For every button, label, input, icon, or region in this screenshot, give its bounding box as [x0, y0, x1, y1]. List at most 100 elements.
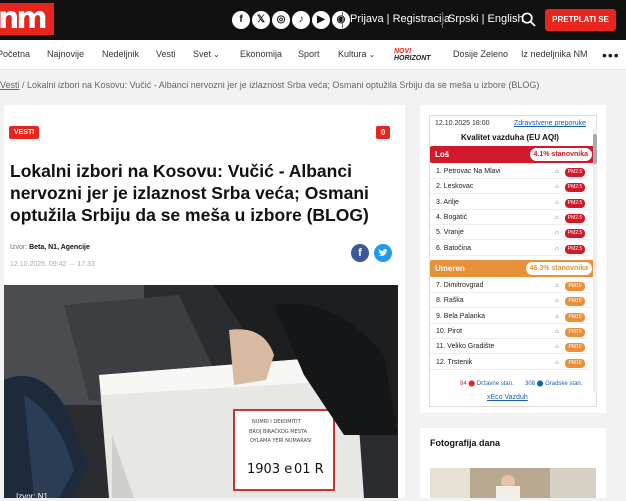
- tiktok-icon[interactable]: ♪: [292, 11, 310, 29]
- chevron-down-icon: ⌄: [213, 50, 220, 59]
- xeco-vazduh-link[interactable]: xEco Vazduh: [487, 394, 528, 401]
- station-icon: ⌂: [555, 245, 559, 252]
- more-menu-icon[interactable]: •••: [602, 47, 620, 63]
- comments-count[interactable]: 0: [376, 126, 390, 139]
- pollutant-badge: PM10: [565, 327, 585, 337]
- aq-row-divider: [430, 223, 590, 225]
- breadcrumb-vesti[interactable]: Vesti: [0, 80, 20, 90]
- station-icon: ⌂: [555, 230, 559, 237]
- aq-row-divider: [430, 353, 590, 355]
- pollutant-badge: PM10: [565, 343, 585, 353]
- top-bar: nm f 𝕏 ◎ ♪ ▶ ◉ Prijava | Registracija Srpski …: [0, 0, 626, 40]
- aq-scrollbar[interactable]: [593, 130, 597, 392]
- station-icon: ⌂: [555, 313, 559, 320]
- photo-of-the-day: Fotografija dana: [420, 428, 606, 498]
- air-quality-panel: 12.10.2025 18:00 Zdravstvene preporuke K…: [429, 115, 597, 407]
- facebook-share-icon[interactable]: f: [351, 244, 369, 262]
- social-links: f 𝕏 ◎ ♪ ▶ ◉: [232, 11, 350, 29]
- svg-text:BROJ BIRAČKOG MESTA: BROJ BIRAČKOG MESTA: [249, 428, 308, 435]
- breadcrumb: Vesti / Lokalni izbori na Kosovu: Vučić …: [0, 80, 539, 90]
- pollutant-badge: PM10: [565, 297, 585, 307]
- svg-text:NUMRI I DEKOMITIT: NUMRI I DEKOMITIT: [252, 419, 302, 425]
- station-icon: ⌂: [555, 214, 559, 221]
- article-source: Izvor: Beta, N1, Agencije: [10, 244, 90, 251]
- search-icon[interactable]: [521, 12, 536, 27]
- aq-row-divider: [430, 193, 590, 195]
- photo-of-the-day-image[interactable]: [430, 468, 596, 498]
- station-icon: ⌂: [555, 184, 559, 191]
- aq-band-moderate: Umeren 46.3% stanovnika: [430, 260, 595, 277]
- aq-city-row[interactable]: 5. Vranje: [436, 229, 464, 236]
- nav-item-najnovije[interactable]: Najnovije: [47, 49, 84, 59]
- photo-of-the-day-title: Fotografija dana: [430, 438, 501, 448]
- pollutant-badge: PM2.5: [565, 183, 585, 193]
- pollutant-badge: PM10: [565, 358, 585, 368]
- city-stations-count: 308 ⬤ Gradske stan.: [525, 381, 583, 387]
- facebook-icon[interactable]: f: [232, 11, 250, 29]
- aq-timestamp: 12.10.2025 18:00: [435, 120, 490, 127]
- aq-city-row[interactable]: 6. Batočina: [436, 245, 471, 252]
- podcast-icon[interactable]: ◉: [332, 11, 350, 29]
- aq-scroll-thumb[interactable]: [593, 134, 597, 164]
- divider: [442, 12, 443, 28]
- aq-city-row[interactable]: 3. Arilje: [436, 199, 459, 206]
- nav-item-iz-nedeljnika[interactable]: Iz nedeljnika NM: [521, 49, 588, 59]
- aq-row-divider: [430, 368, 590, 370]
- aq-city-row[interactable]: 11. Veliko Gradište: [436, 343, 494, 350]
- station-icon: ⌂: [555, 283, 559, 289]
- twitter-share-icon[interactable]: [374, 244, 392, 262]
- state-stations-count: 84 ⬤ Državne stan.: [460, 381, 514, 387]
- main-nav: Početna Najnovije Nedeljnik Vesti Svet ⌄ …: [0, 40, 626, 70]
- nav-item-kultura[interactable]: Kultura ⌄: [338, 49, 375, 59]
- breadcrumb-current: / Lokalni izbori na Kosovu: Vučić - Alba…: [19, 80, 540, 90]
- article-card: VESTI 0 Lokalni izbori na Kosovu: Vučić …: [4, 105, 405, 501]
- novi-horizont-logo[interactable]: NOVI HORIZONT: [394, 48, 431, 62]
- category-tag[interactable]: VESTI: [9, 126, 40, 139]
- health-recommendations-link[interactable]: Zdravstvene preporuke: [514, 120, 586, 127]
- aq-city-row[interactable]: 7. Dimitrovgrad: [436, 282, 483, 289]
- aq-city-row[interactable]: 10. Pirot: [436, 328, 462, 335]
- chevron-down-icon: ⌄: [368, 50, 376, 59]
- divider: [342, 12, 343, 28]
- aq-row-divider: [430, 307, 590, 309]
- article-title: Lokalni izbori na Kosovu: Vučić - Albanc…: [10, 161, 369, 225]
- nav-item-vesti[interactable]: Vesti: [156, 49, 176, 59]
- station-icon: ⌂: [555, 359, 559, 366]
- nav-item-ekonomija[interactable]: Ekonomija: [240, 49, 282, 59]
- aq-city-row[interactable]: 8. Raška: [436, 297, 464, 304]
- pollutant-badge: PM2.5: [565, 213, 585, 223]
- x-icon[interactable]: 𝕏: [252, 11, 270, 29]
- nav-item-sport[interactable]: Sport: [298, 49, 320, 59]
- subscribe-button[interactable]: PRETPLATI SE: [545, 9, 616, 31]
- aq-city-row[interactable]: 4. Bogatić: [436, 214, 467, 221]
- nav-item-pocetna[interactable]: Početna: [0, 49, 30, 59]
- nav-item-nedeljnik[interactable]: Nedeljnik: [102, 49, 139, 59]
- aq-row-divider: [430, 322, 590, 324]
- login-register-link[interactable]: Prijava | Registracija: [350, 13, 450, 25]
- language-switch[interactable]: Srpski | English: [448, 13, 524, 25]
- youtube-icon[interactable]: ▶: [312, 11, 330, 29]
- article-photo: NUMRI I DEKOMITIT BROJ BIRAČKOG MESTA OY…: [4, 285, 398, 498]
- site-logo[interactable]: nm: [0, 1, 54, 36]
- svg-text:OYLAMA YERİ NUMARASI: OYLAMA YERİ NUMARASI: [250, 437, 312, 444]
- station-icon: ⌂: [555, 169, 559, 175]
- nav-item-svet[interactable]: Svet ⌄: [193, 49, 220, 59]
- aq-city-row[interactable]: 12. Trstenik: [436, 359, 472, 366]
- photo-caption: Izvor: N1: [16, 492, 49, 501]
- pollutant-badge: PM2.5: [565, 168, 585, 177]
- aq-row-divider: [430, 337, 590, 339]
- pollutant-badge: PM10: [565, 282, 585, 291]
- station-icon: ⌂: [555, 298, 559, 305]
- aq-row-divider: [430, 178, 590, 179]
- instagram-icon[interactable]: ◎: [272, 11, 290, 29]
- aq-city-row[interactable]: 2. Leskovac: [436, 183, 473, 190]
- aq-row-divider: [430, 239, 590, 241]
- aq-band-bad: Loš 4.1% stanovnika: [430, 146, 595, 163]
- aq-row-divider: [430, 254, 590, 256]
- nav-item-dosije-zeleno[interactable]: Dosije Zeleno: [453, 49, 508, 59]
- ballot-code: 01 R: [294, 462, 324, 477]
- aq-city-row[interactable]: 9. Bela Palanka: [436, 313, 485, 320]
- station-icon: ⌂: [555, 328, 559, 335]
- aq-city-row[interactable]: 1. Petrovac Na Mlavi: [436, 168, 501, 175]
- pollutant-badge: PM2.5: [565, 244, 585, 254]
